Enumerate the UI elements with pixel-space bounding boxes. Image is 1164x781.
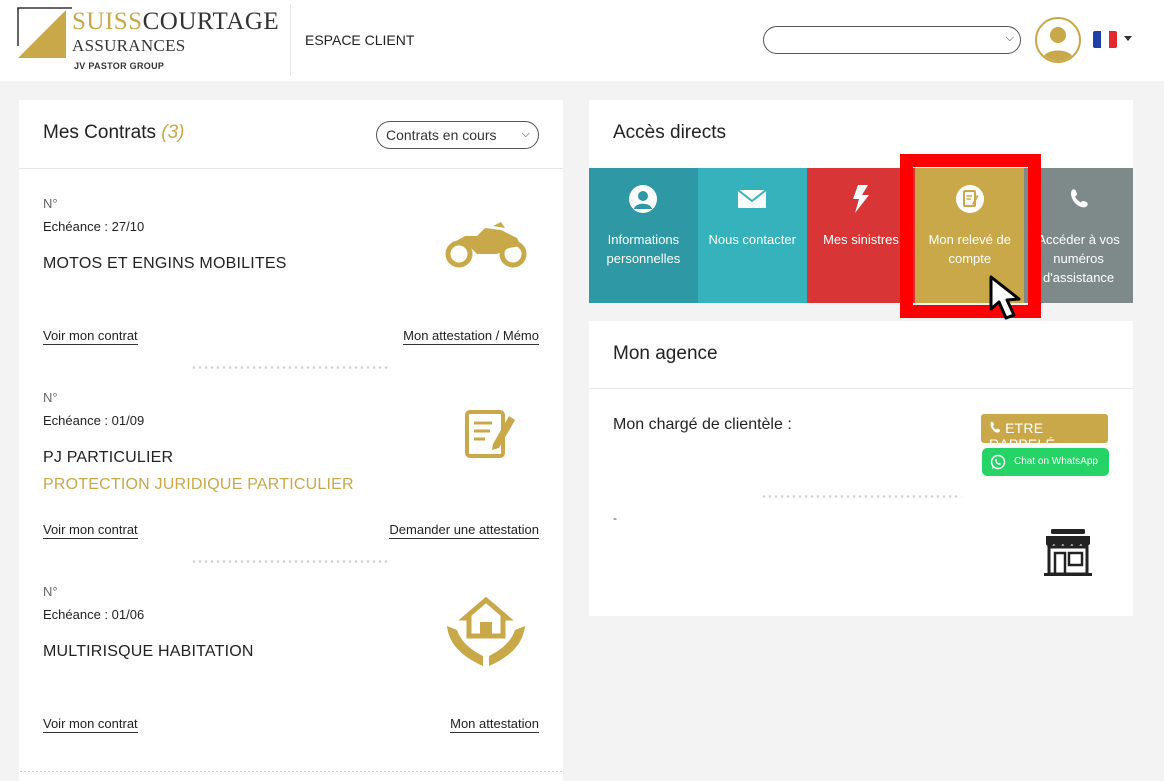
- tile-personal-info[interactable]: Informations personnelles: [589, 168, 698, 303]
- contract-due-date: Echéance : 01/06: [43, 607, 145, 622]
- request-attestation-link[interactable]: Demander une attestation: [389, 522, 539, 539]
- callback-button[interactable]: ETRE RAPPELÉ: [981, 414, 1108, 452]
- contracts-panel: Mes Contrats (3) Contrats en cours ⌵ N° …: [19, 100, 563, 781]
- contract-item: N° Echéance : 27/10 MOTOS ET ENGINS MOBI…: [19, 196, 563, 390]
- dotted-separator: [191, 366, 391, 369]
- chevron-down-icon: ⌵: [521, 128, 530, 140]
- agency-panel: Mon agence Mon chargé de clientèle : ETR…: [589, 321, 1133, 616]
- statement-icon: [955, 185, 984, 213]
- whatsapp-chat-button[interactable]: Chat on WhatsApp: [982, 448, 1109, 476]
- chevron-down-icon: ⌵: [1005, 32, 1014, 44]
- tile-claims[interactable]: Mes sinistres: [806, 168, 916, 303]
- mouse-cursor-icon: [989, 275, 1021, 320]
- contracts-filter-select[interactable]: Contrats en cours ⌵: [376, 121, 539, 149]
- agency-title: Mon agence: [613, 343, 718, 364]
- direct-access-tiles: Informations personnelles Nous contacter…: [589, 168, 1133, 303]
- document-pen-icon: [465, 410, 515, 458]
- divider: [589, 388, 1133, 389]
- user-silhouette-icon: [1042, 27, 1074, 61]
- view-contract-link[interactable]: Voir mon contrat: [43, 522, 138, 539]
- contract-name: MULTIRISQUE HABITATION: [43, 643, 254, 660]
- contract-number: N°: [43, 584, 58, 599]
- contracts-title: Mes Contrats (3): [43, 122, 185, 143]
- header-divider: [290, 4, 291, 76]
- tile-label: Informations personnelles: [606, 232, 681, 266]
- contract-item: N° Echéance : 01/06 MULTIRISQUE HABITATI…: [19, 584, 563, 778]
- account-manager-label: Mon chargé de clientèle :: [613, 416, 792, 433]
- contract-number: N°: [43, 390, 58, 405]
- contract-item: N° Echéance : 01/09 PJ PARTICULIER PROTE…: [19, 390, 563, 584]
- contract-due-date: Echéance : 01/09: [43, 413, 145, 428]
- language-caret-icon[interactable]: [1124, 36, 1132, 41]
- user-avatar[interactable]: [1035, 17, 1081, 63]
- tile-label: Mes sinistres: [823, 232, 899, 247]
- header: SUISSCOURTAGE ASSURANCES JV PASTOR GROUP…: [0, 0, 1164, 81]
- contract-name: PJ PARTICULIER: [43, 449, 174, 466]
- whatsapp-icon: [990, 454, 1006, 470]
- view-contract-link[interactable]: Voir mon contrat: [43, 716, 138, 733]
- brand-name-part1: SUISS: [72, 8, 143, 35]
- tile-label: Mon relevé de compte: [928, 232, 1011, 266]
- divider: [19, 168, 563, 169]
- contract-number: N°: [43, 196, 58, 211]
- tile-label: Nous contacter: [708, 232, 796, 247]
- brand-logo[interactable]: SUISSCOURTAGE ASSURANCES JV PASTOR GROUP: [16, 6, 286, 76]
- view-contract-link[interactable]: Voir mon contrat: [43, 328, 138, 345]
- shop-storefront-icon: [1044, 529, 1092, 576]
- brand-name-part2: COURTAGE: [142, 8, 280, 35]
- agency-name: -: [613, 511, 617, 525]
- brand-name-line2: ASSURANCES: [72, 36, 186, 55]
- brand-group: JV PASTOR GROUP: [74, 61, 165, 71]
- contract-name: MOTOS ET ENGINS MOBILITES: [43, 255, 287, 272]
- phone-icon: [1070, 189, 1088, 208]
- house-hands-icon: [447, 596, 525, 666]
- lightning-icon: [852, 185, 869, 213]
- user-icon: [629, 185, 658, 213]
- contract-due-date: Echéance : 27/10: [43, 219, 145, 234]
- dotted-separator: [191, 560, 391, 563]
- french-flag-icon[interactable]: [1093, 31, 1117, 48]
- contract-subtitle: PROTECTION JURIDIQUE PARTICULIER: [43, 476, 354, 493]
- espace-client-link[interactable]: ESPACE CLIENT: [305, 32, 414, 48]
- header-select[interactable]: ⌵: [763, 26, 1021, 54]
- tile-assistance-numbers[interactable]: Accéder à vos numéros d'assistance: [1024, 168, 1133, 303]
- logo-mark-icon: [17, 7, 72, 58]
- direct-access-panel: Accès directs Informations personnelles …: [589, 100, 1133, 303]
- direct-access-title: Accès directs: [613, 122, 726, 143]
- attestation-link[interactable]: Mon attestation: [450, 716, 539, 733]
- gold-dotted-rule: [19, 771, 563, 772]
- dotted-separator: [761, 495, 961, 498]
- motorcycle-icon: [445, 222, 527, 268]
- contracts-count: (3): [161, 122, 185, 143]
- tile-contact-us[interactable]: Nous contacter: [697, 168, 807, 303]
- envelope-icon: [737, 189, 767, 208]
- attestation-memo-link[interactable]: Mon attestation / Mémo: [403, 328, 539, 345]
- tile-label: Accéder à vos numéros d'assistance: [1037, 232, 1120, 285]
- phone-icon: [990, 421, 1001, 433]
